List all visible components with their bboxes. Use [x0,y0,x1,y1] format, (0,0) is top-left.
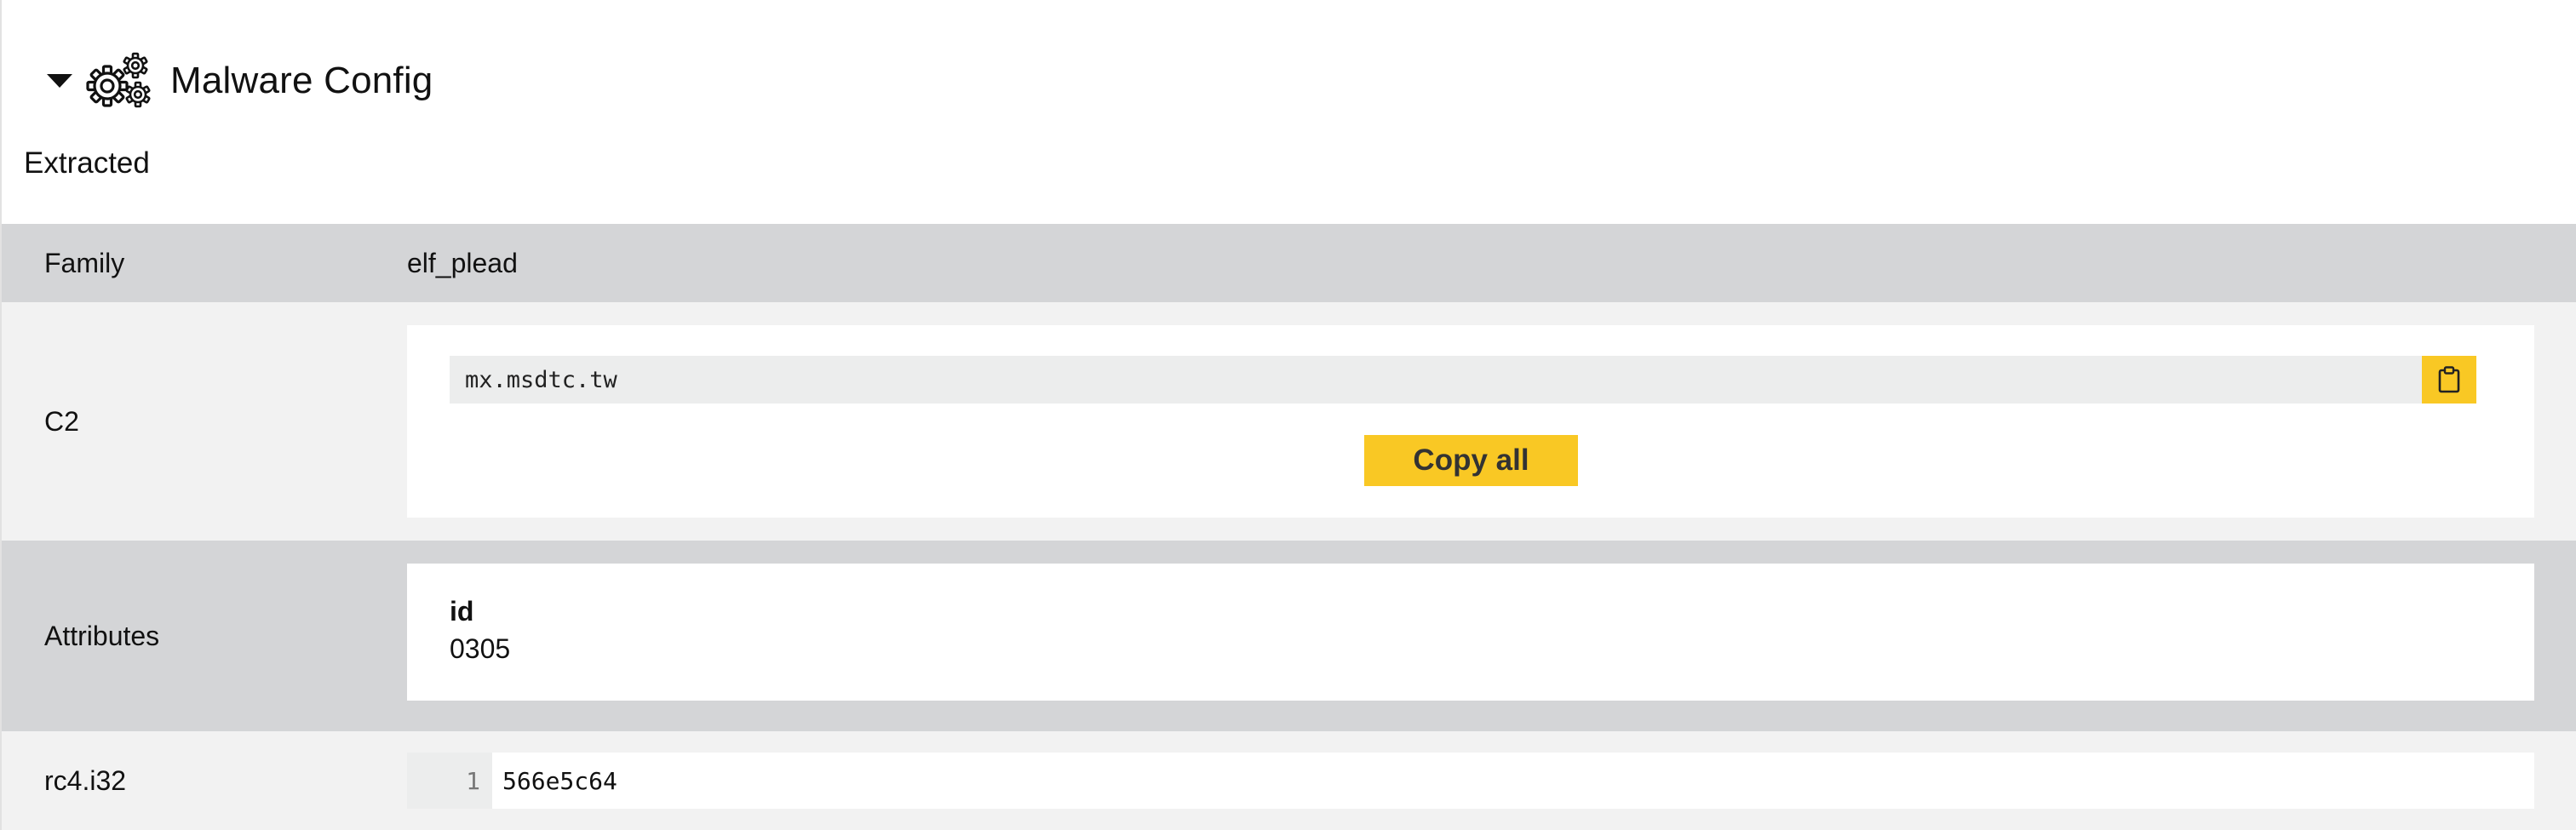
attribute-value: 0305 [450,633,511,664]
rc4-code-block: 1 566e5c64 [407,753,2534,809]
rc4-label: rc4.i32 [44,764,127,796]
c2-card: mx.msdtc.tw Copy all [407,325,2534,518]
c2-label: C2 [44,405,79,437]
attributes-card: id 0305 [407,564,2534,701]
c2-entry-text[interactable]: mx.msdtc.tw [465,367,617,393]
attributes-label: Attributes [44,620,160,651]
rc4-row: rc4.i32 1 566e5c64 [2,731,2576,830]
rc4-value[interactable]: 566e5c64 [502,753,617,809]
c2-entry[interactable]: mx.msdtc.tw [450,356,2476,404]
caret-down-icon[interactable] [43,64,77,98]
copy-all-button[interactable]: Copy all [1364,435,1578,486]
c2-row: C2 mx.msdtc.tw Copy all [2,302,2576,541]
attribute-key: id [450,596,474,627]
section-header: Malware Config [43,47,433,115]
family-label: Family [44,247,125,278]
extracted-heading: Extracted [24,146,150,180]
section-title: Malware Config [170,60,433,101]
line-number: 1 [407,753,492,809]
malware-config-panel: Malware Config Extracted Family elf_plea… [0,0,2576,830]
family-row: Family elf_plead [2,224,2576,302]
family-value: elf_plead [407,247,518,278]
clipboard-icon [2438,366,2460,393]
gears-icon [86,52,151,108]
attributes-row: Attributes id 0305 [2,541,2576,731]
copy-c2-button[interactable] [2422,356,2476,404]
